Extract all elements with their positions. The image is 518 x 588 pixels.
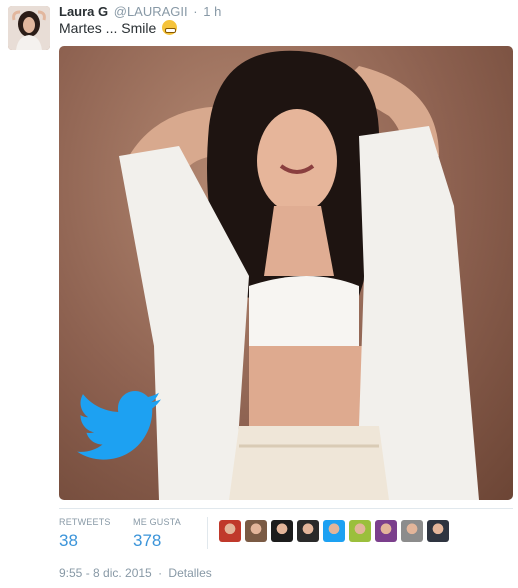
author-fullname[interactable]: Laura G <box>59 4 108 19</box>
retweets-label: RETWEETS <box>59 517 111 527</box>
liker-avatar-9[interactable] <box>427 520 449 542</box>
author-avatar[interactable] <box>8 6 50 50</box>
likes-label: ME GUSTA <box>133 517 181 527</box>
retweets-stat[interactable]: RETWEETS 38 <box>59 517 111 551</box>
tweet-footer: 9:55 - 8 dic. 2015 · Detalles <box>59 566 212 580</box>
author-username[interactable]: @LAURAGII <box>114 4 188 19</box>
header-separator: · <box>193 4 198 19</box>
tweet-timestamp-link[interactable]: 1 h <box>203 4 221 19</box>
avatar-image <box>8 6 50 50</box>
tweet-header: Laura G @LAURAGII · 1 h <box>59 4 221 19</box>
tweet-photo[interactable] <box>59 46 513 500</box>
liker-avatar-5[interactable] <box>323 520 345 542</box>
tweet-full-timestamp: 9:55 - 8 dic. 2015 <box>59 566 152 580</box>
twitter-bird-icon <box>77 391 161 460</box>
tweet-text-content: Martes ... Smile <box>59 20 157 36</box>
liker-avatar-3[interactable] <box>271 520 293 542</box>
footer-separator: · <box>158 566 163 580</box>
details-link[interactable]: Detalles <box>168 566 211 580</box>
liker-avatar-7[interactable] <box>375 520 397 542</box>
liker-avatar-1[interactable] <box>219 520 241 542</box>
liker-avatar-2[interactable] <box>245 520 267 542</box>
likes-count: 378 <box>133 531 162 550</box>
liker-avatar-6[interactable] <box>349 520 371 542</box>
tweet: Laura G @LAURAGII · 1 h Martes ... Smile <box>0 0 518 588</box>
retweets-count: 38 <box>59 531 78 550</box>
liker-avatar-4[interactable] <box>297 520 319 542</box>
stats-divider <box>207 517 208 549</box>
liker-avatar-8[interactable] <box>401 520 423 542</box>
grinning-face-emoji-icon <box>162 20 178 35</box>
tweet-stats: RETWEETS 38 ME GUSTA 378 <box>59 508 513 557</box>
tweet-text: Martes ... Smile <box>59 20 178 36</box>
likes-stat[interactable]: ME GUSTA 378 <box>133 517 181 551</box>
